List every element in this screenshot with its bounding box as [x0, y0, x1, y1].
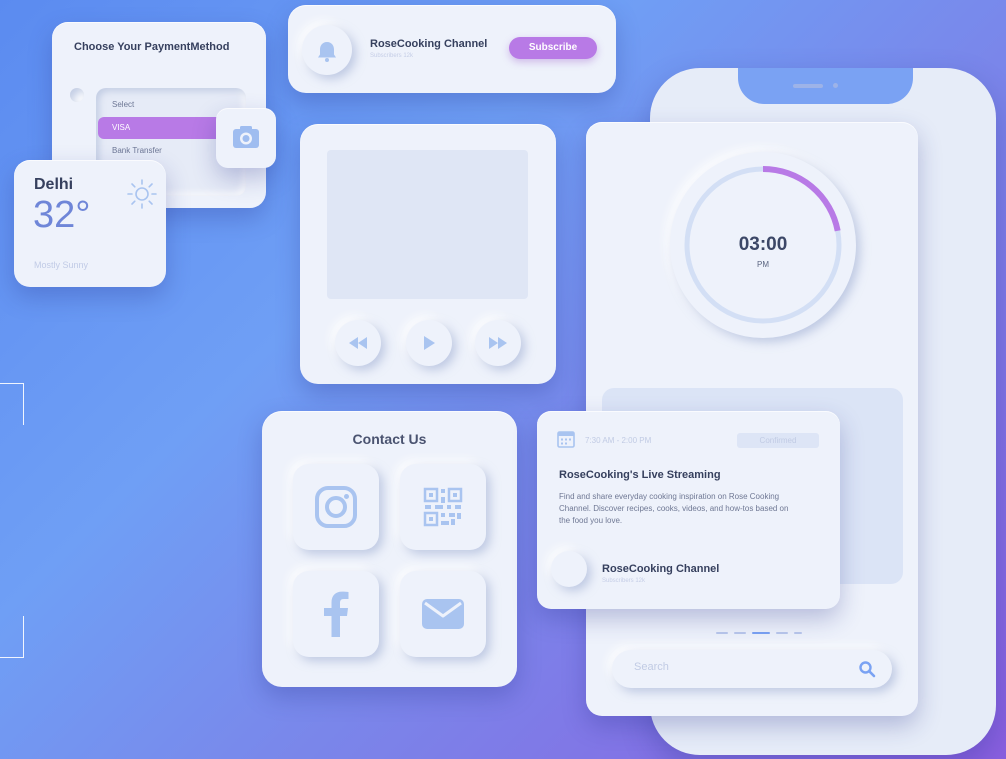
carousel-dot[interactable]	[716, 632, 728, 634]
rewind-button[interactable]	[335, 320, 381, 366]
facebook-button[interactable]	[293, 571, 379, 657]
contact-card: Contact Us	[262, 411, 517, 687]
decorative-bracket-top	[0, 383, 24, 425]
instagram-icon	[315, 486, 357, 528]
event-status-badge: Confirmed	[737, 433, 819, 448]
carousel-indicator	[716, 632, 806, 635]
instagram-button[interactable]	[293, 464, 379, 550]
search-bar[interactable]: Search	[612, 650, 892, 688]
notification-button[interactable]	[302, 25, 352, 75]
event-title: RoseCooking's Live Streaming	[559, 469, 721, 481]
camera-icon	[233, 126, 259, 148]
weather-city: Delhi	[34, 176, 74, 193]
event-channel-name: RoseCooking Channel	[602, 563, 720, 575]
qr-code-button[interactable]	[400, 464, 486, 550]
media-player-card	[300, 124, 556, 384]
clock-widget: 03:00 PM	[670, 152, 856, 338]
facebook-icon	[324, 591, 349, 637]
fast-forward-button[interactable]	[475, 320, 521, 366]
mail-icon	[422, 599, 464, 629]
channel-subscribers: Subscribers 12k	[370, 53, 414, 59]
event-channel-subscribers: Subscribers 12k	[602, 578, 646, 584]
play-button[interactable]	[406, 320, 452, 366]
clock-ampm: PM	[757, 260, 769, 269]
sun-icon	[127, 179, 157, 209]
phone-camera-dot	[833, 83, 838, 88]
live-stream-event-card[interactable]: 7:30 AM - 2:00 PM Confirmed RoseCooking'…	[537, 411, 840, 609]
event-time-range: 7:30 AM - 2:00 PM	[585, 436, 652, 445]
weather-card: Delhi 32° Mostly Sunny	[14, 160, 166, 287]
carousel-dot[interactable]	[776, 632, 788, 634]
contact-title: Contact Us	[352, 431, 427, 447]
event-description: Find and share everyday cooking inspirat…	[559, 492, 789, 525]
rewind-icon	[349, 337, 367, 349]
bell-icon	[318, 42, 336, 62]
decorative-bracket-bottom	[0, 616, 24, 658]
weather-condition: Mostly Sunny	[34, 260, 89, 270]
qr-code-icon	[423, 487, 463, 527]
payment-radio[interactable]	[70, 88, 84, 102]
carousel-dot[interactable]	[734, 632, 746, 634]
carousel-dot[interactable]	[794, 632, 802, 634]
channel-avatar[interactable]	[551, 551, 587, 587]
channel-subscribe-card: RoseCooking Channel Subscribers 12k Subs…	[288, 5, 616, 93]
weather-temperature: 32°	[33, 194, 91, 236]
search-icon[interactable]	[858, 660, 876, 678]
fast-forward-icon	[489, 337, 507, 349]
camera-button[interactable]	[216, 108, 276, 168]
clock-time: 03:00	[738, 234, 788, 255]
phone-speaker	[793, 84, 823, 88]
search-placeholder: Search	[634, 661, 669, 673]
calendar-icon	[557, 431, 575, 448]
mail-button[interactable]	[400, 571, 486, 657]
carousel-dot-active[interactable]	[752, 632, 770, 634]
channel-name: RoseCooking Channel	[370, 38, 488, 50]
payment-title: Choose Your PaymentMethod	[74, 41, 230, 53]
video-screen[interactable]	[327, 150, 528, 299]
play-icon	[424, 336, 435, 350]
phone-notch	[738, 68, 913, 104]
subscribe-button[interactable]: Subscribe	[509, 37, 597, 59]
